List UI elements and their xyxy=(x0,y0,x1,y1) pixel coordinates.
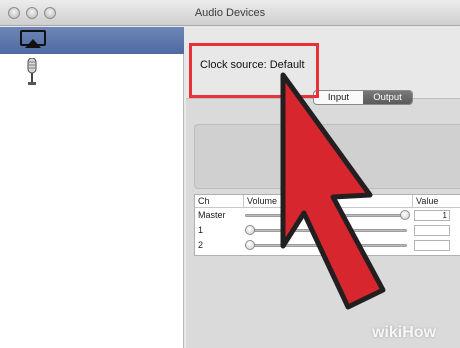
format-box xyxy=(194,124,460,189)
channel-name: 2 xyxy=(198,240,204,250)
column-header-volume[interactable]: Volume xyxy=(247,195,277,207)
table-row: Master 1 xyxy=(195,209,460,224)
volume-slider-track[interactable] xyxy=(245,244,407,247)
device-row-microphone[interactable] xyxy=(0,55,184,85)
wikihow-watermark: wikiHow xyxy=(372,324,437,341)
table-row: 2 xyxy=(195,239,460,254)
channel-volume-table: Ch Volume Value Master 1 1 2 xyxy=(194,194,460,256)
input-output-tabs: Input Output xyxy=(313,90,413,105)
tab-input[interactable]: Input xyxy=(314,91,363,104)
device-row-airplay[interactable] xyxy=(0,27,184,54)
table-row: 1 xyxy=(195,224,460,239)
channel-name: Master xyxy=(198,210,226,220)
value-field[interactable] xyxy=(414,225,450,236)
volume-slider-track[interactable] xyxy=(245,214,407,217)
value-field[interactable] xyxy=(414,240,450,251)
column-header-value[interactable]: Value xyxy=(416,195,438,207)
airplay-icon xyxy=(20,30,46,48)
volume-slider-knob[interactable] xyxy=(245,240,255,250)
audio-devices-window: Audio Devices Clock source: Default Inpu… xyxy=(0,0,460,348)
column-header-ch[interactable]: Ch xyxy=(198,195,210,207)
window-title: Audio Devices xyxy=(194,7,266,19)
clock-source-highlight xyxy=(189,43,319,98)
channel-name: 1 xyxy=(198,225,204,235)
title-bar: Audio Devices xyxy=(0,0,460,26)
microphone-icon xyxy=(27,58,37,85)
volume-slider-knob[interactable] xyxy=(400,210,410,220)
device-list xyxy=(0,27,184,348)
value-field[interactable]: 1 xyxy=(414,210,450,221)
tab-output[interactable]: Output xyxy=(363,91,412,104)
volume-slider-track[interactable] xyxy=(245,229,407,232)
volume-slider-knob[interactable] xyxy=(245,225,255,235)
